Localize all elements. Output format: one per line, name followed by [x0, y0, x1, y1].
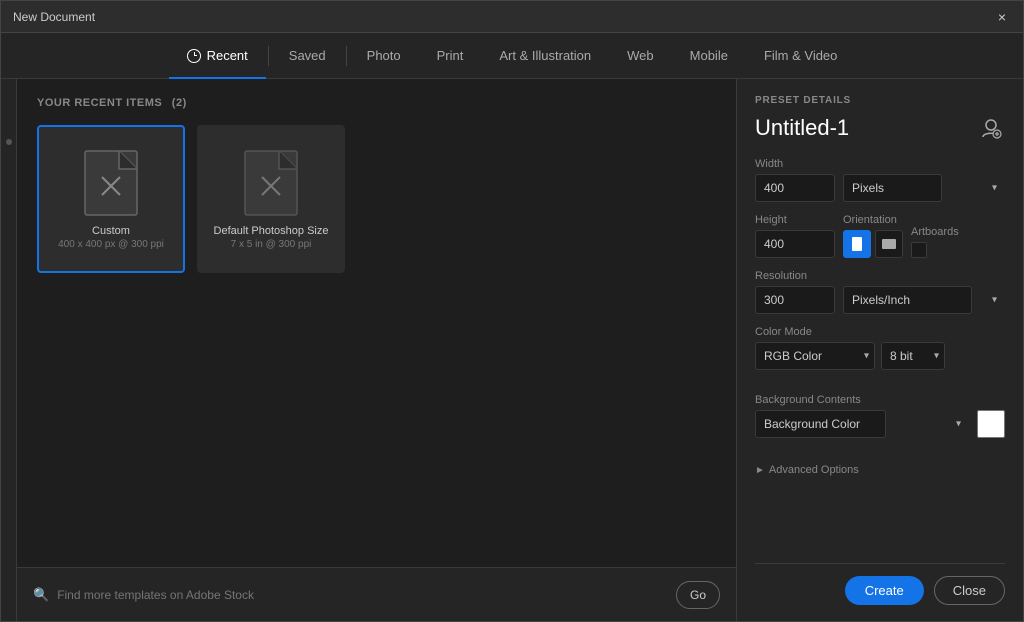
bg-contents-row: Background Color White Black Transparent: [755, 410, 1005, 438]
tab-recent[interactable]: Recent: [169, 33, 266, 79]
bottom-actions: Create Close: [755, 563, 1005, 605]
title-bar: New Document ×: [1, 1, 1023, 33]
dialog-title: New Document: [13, 10, 95, 24]
orientation-group: Orientation: [843, 214, 903, 258]
height-group: Height: [755, 214, 835, 258]
tab-art[interactable]: Art & Illustration: [481, 33, 609, 79]
bg-contents-group: Background Contents Background Color Whi…: [755, 394, 1005, 438]
color-mode-group: Color Mode RGB Color CMYK Color Grayscal…: [755, 326, 1005, 382]
tab-web[interactable]: Web: [609, 33, 672, 79]
advanced-options-label: Advanced Options: [769, 464, 859, 476]
template-desc-default: 7 x 5 in @ 300 ppi: [214, 239, 329, 250]
orientation-buttons: [843, 230, 903, 258]
search-bar: 🔍 Go: [17, 567, 736, 621]
bg-contents-label: Background Contents: [755, 394, 1005, 406]
template-info-default: Default Photoshop Size 7 x 5 in @ 300 pp…: [214, 225, 329, 250]
color-mode-row: RGB Color CMYK Color Grayscale 8 bit 16 …: [755, 342, 1005, 370]
go-button[interactable]: Go: [676, 581, 720, 609]
width-group: Width Pixels Inches Centimeters: [755, 158, 1005, 202]
bg-contents-wrapper: Background Color White Black Transparent: [755, 410, 969, 438]
resolution-row: Pixels/Inch Pixels/Centimeter: [755, 286, 1005, 314]
preset-title-row: Untitled-1: [755, 114, 1005, 142]
tab-photo-label: Photo: [367, 48, 401, 63]
resolution-input[interactable]: [755, 286, 835, 314]
artboards-group: Artboards: [911, 226, 959, 258]
tab-mobile[interactable]: Mobile: [672, 33, 746, 79]
close-button[interactable]: Close: [934, 576, 1005, 605]
bg-color-swatch[interactable]: [977, 410, 1005, 438]
tab-saved-label: Saved: [289, 48, 326, 63]
clock-icon: [187, 49, 201, 63]
template-name-custom: Custom: [58, 225, 164, 237]
chevron-right-icon: ►: [755, 465, 765, 476]
search-input[interactable]: [57, 588, 666, 602]
color-mode-wrapper: RGB Color CMYK Color Grayscale: [755, 342, 875, 370]
template-info-custom: Custom 400 x 400 px @ 300 ppi: [58, 225, 164, 250]
search-icon: 🔍: [33, 587, 49, 603]
tab-art-label: Art & Illustration: [499, 48, 591, 63]
tab-mobile-label: Mobile: [690, 48, 728, 63]
recent-label: YOUR RECENT ITEMS: [37, 97, 162, 109]
bit-depth-select[interactable]: 8 bit 16 bit 32 bit: [881, 342, 945, 370]
resolution-unit-wrapper: Pixels/Inch Pixels/Centimeter: [843, 286, 1005, 314]
resolution-group: Resolution Pixels/Inch Pixels/Centimeter: [755, 270, 1005, 314]
color-mode-label: Color Mode: [755, 326, 1005, 338]
portrait-button[interactable]: [843, 230, 871, 258]
height-input[interactable]: [755, 230, 835, 258]
strip-dot: [6, 139, 12, 145]
main-content: YOUR RECENT ITEMS (2): [1, 79, 1023, 621]
template-name-default: Default Photoshop Size: [214, 225, 329, 237]
search-input-wrapper: 🔍: [33, 587, 666, 603]
tab-film-label: Film & Video: [764, 48, 837, 63]
create-button[interactable]: Create: [845, 576, 924, 605]
width-label: Width: [755, 158, 1005, 170]
title-close-button[interactable]: ×: [993, 8, 1011, 26]
document-name: Untitled-1: [755, 115, 849, 141]
tab-print-label: Print: [437, 48, 464, 63]
template-card-custom[interactable]: Custom 400 x 400 px @ 300 ppi: [37, 125, 185, 273]
new-document-dialog: New Document × Recent Saved Photo Print …: [0, 0, 1024, 622]
tab-bar: Recent Saved Photo Print Art & Illustrat…: [1, 33, 1023, 79]
bg-contents-select[interactable]: Background Color White Black Transparent: [755, 410, 886, 438]
preset-section-label: PRESET DETAILS: [755, 95, 1005, 106]
width-unit-select[interactable]: Pixels Inches Centimeters: [843, 174, 942, 202]
artboards-label: Artboards: [911, 226, 959, 238]
save-preset-icon[interactable]: [977, 114, 1005, 142]
template-card-default[interactable]: Default Photoshop Size 7 x 5 in @ 300 pp…: [197, 125, 345, 273]
template-desc-custom: 400 x 400 px @ 300 ppi: [58, 239, 164, 250]
tab-saved[interactable]: Saved: [271, 33, 344, 79]
advanced-options-toggle[interactable]: ► Advanced Options: [755, 458, 1005, 482]
recent-section-header: YOUR RECENT ITEMS (2): [17, 79, 736, 121]
landscape-button[interactable]: [875, 230, 903, 258]
orientation-label: Orientation: [843, 214, 903, 226]
tab-divider-2: [346, 46, 347, 66]
tab-recent-label: Recent: [207, 48, 248, 63]
bit-depth-wrapper: 8 bit 16 bit 32 bit: [881, 342, 945, 370]
color-mode-select[interactable]: RGB Color CMYK Color Grayscale: [755, 342, 875, 370]
template-icon-custom: [83, 149, 139, 217]
height-label: Height: [755, 214, 835, 226]
width-unit-wrapper: Pixels Inches Centimeters: [843, 174, 1005, 202]
resolution-label: Resolution: [755, 270, 1005, 282]
resolution-unit-select[interactable]: Pixels/Inch Pixels/Centimeter: [843, 286, 972, 314]
tab-divider: [268, 46, 269, 66]
width-input[interactable]: [755, 174, 835, 202]
right-panel: PRESET DETAILS Untitled-1 Width: [737, 79, 1023, 621]
tab-print[interactable]: Print: [419, 33, 482, 79]
width-row: Pixels Inches Centimeters: [755, 174, 1005, 202]
tab-web-label: Web: [627, 48, 654, 63]
recent-count: (2): [172, 97, 187, 109]
template-icon-default: [243, 149, 299, 217]
left-strip: [1, 79, 17, 621]
tab-film[interactable]: Film & Video: [746, 33, 855, 79]
tab-photo[interactable]: Photo: [349, 33, 419, 79]
height-orientation-row: Height Orientation Artboards: [755, 214, 1005, 258]
artboards-checkbox[interactable]: [911, 242, 927, 258]
left-panel: YOUR RECENT ITEMS (2): [17, 79, 737, 621]
templates-grid: Custom 400 x 400 px @ 300 ppi: [17, 121, 736, 567]
